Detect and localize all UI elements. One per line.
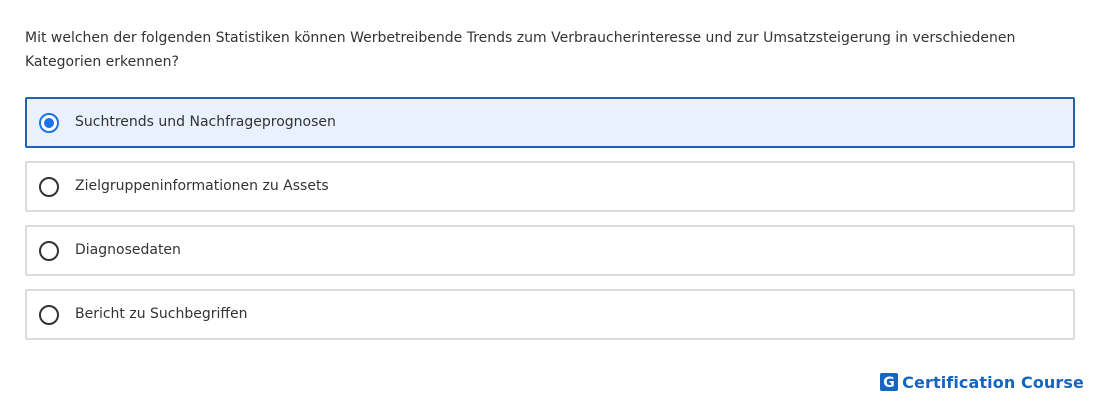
radio-button-icon[interactable] bbox=[39, 305, 59, 325]
answer-option-2[interactable]: Zielgruppeninformationen zu Assets bbox=[25, 161, 1075, 212]
radio-button-icon[interactable] bbox=[39, 241, 59, 261]
answer-option-label: Bericht zu Suchbegriffen bbox=[75, 306, 248, 322]
answer-option-label: Zielgruppeninformationen zu Assets bbox=[75, 178, 329, 194]
radio-dot-icon bbox=[44, 118, 54, 128]
question-text: Mit welchen der folgenden Statistiken kö… bbox=[25, 30, 1016, 70]
answer-option-label: Diagnosedaten bbox=[75, 242, 181, 258]
brand-logo: G Certification Course bbox=[880, 372, 1084, 392]
answer-option-3[interactable]: Diagnosedaten bbox=[25, 225, 1075, 276]
answer-option-1[interactable]: Suchtrends und Nachfrageprognosen bbox=[25, 97, 1075, 148]
radio-button-icon[interactable] bbox=[39, 177, 59, 197]
answer-option-4[interactable]: Bericht zu Suchbegriffen bbox=[25, 289, 1075, 340]
answer-option-label: Suchtrends und Nachfrageprognosen bbox=[75, 114, 336, 130]
g-logo-letter: G bbox=[883, 375, 895, 391]
radio-button-selected-icon[interactable] bbox=[39, 113, 59, 133]
g-logo-icon: G bbox=[880, 373, 899, 391]
quiz-page: Mit welchen der folgenden Statistiken kö… bbox=[0, 0, 1100, 401]
brand-text: Certification Course bbox=[902, 372, 1084, 392]
answer-options: Suchtrends und Nachfrageprognosen Zielgr… bbox=[25, 97, 1075, 353]
